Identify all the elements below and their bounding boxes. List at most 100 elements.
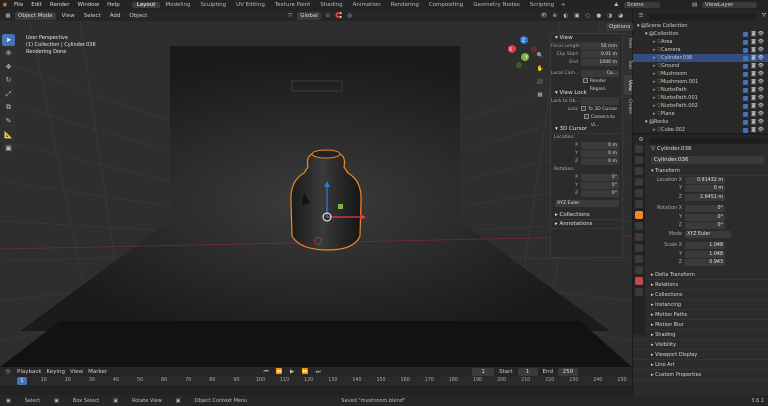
start-frame-field[interactable]: 1 xyxy=(517,368,538,376)
render-camera-icon[interactable]: ◙ xyxy=(751,86,756,94)
visibility-eye-icon[interactable]: 👁 xyxy=(758,126,764,134)
output-tab-icon[interactable] xyxy=(635,167,643,175)
render-camera-icon[interactable]: ◙ xyxy=(751,30,756,38)
annotate-tool-icon[interactable]: ✎ xyxy=(2,115,15,127)
scale-z-field[interactable]: 0.943 xyxy=(685,259,725,267)
outliner-editor-icon[interactable]: ☰ xyxy=(637,12,645,20)
exclude-checkbox[interactable] xyxy=(743,95,748,101)
render-camera-icon[interactable]: ◙ xyxy=(751,118,756,126)
modifier-tab-icon[interactable] xyxy=(635,222,643,230)
menu-window[interactable]: Window xyxy=(73,2,103,8)
menu-render[interactable]: Render xyxy=(46,2,74,8)
tab-rendering[interactable]: Rendering xyxy=(386,2,424,8)
scene-selector[interactable]: Scene xyxy=(624,2,660,8)
visibility-eye-icon[interactable]: 👁 xyxy=(758,94,764,102)
render-camera-icon[interactable]: ◙ xyxy=(751,102,756,110)
viewport-menu-object[interactable]: Object xyxy=(126,13,150,19)
properties-panel-header[interactable]: ▸ Line Art xyxy=(633,360,768,370)
render-camera-icon[interactable]: ◙ xyxy=(751,70,756,78)
physics-tab-icon[interactable] xyxy=(635,244,643,252)
exclude-checkbox[interactable] xyxy=(743,119,748,125)
exclude-checkbox[interactable] xyxy=(743,111,748,117)
gizmo-icon[interactable]: ⊕ xyxy=(551,12,559,20)
zoom-icon[interactable]: 🔍 xyxy=(536,52,544,60)
visibility-eye-icon[interactable]: 👁 xyxy=(758,38,764,46)
cursor-rotation-mode-dropdown[interactable]: XYZ Euler xyxy=(555,200,619,207)
timeline-menu-marker[interactable]: Marker xyxy=(88,369,107,375)
tab-texture-paint[interactable]: Texture Paint xyxy=(270,2,316,8)
rotation-mode-dropdown[interactable]: XYZ Euler xyxy=(685,230,731,238)
properties-panel-header[interactable]: ▸ Delta Transform xyxy=(633,270,768,280)
outliner-row[interactable]: ▾ ▤ Scene Collection xyxy=(633,22,768,30)
current-frame-field[interactable]: 1 xyxy=(472,368,495,376)
rotation-x-field[interactable]: 0° xyxy=(685,205,725,213)
rotate-tool-icon[interactable]: ↻ xyxy=(2,74,15,87)
properties-search-input[interactable] xyxy=(649,136,768,144)
timeline-menu-playback[interactable]: Playback xyxy=(17,369,42,375)
scale-x-field[interactable]: 1.048 xyxy=(685,242,725,250)
play-icon[interactable]: ▶ xyxy=(288,368,296,376)
outliner-row[interactable]: ▸ ▽ NurbsPath.002 ◙ 👁 xyxy=(633,102,768,110)
outliner-row[interactable]: ▸ ▽ NurbsPath ◙ 👁 xyxy=(633,86,768,94)
properties-panel-header[interactable]: ▸ Custom Properties xyxy=(633,370,768,380)
filter-icon[interactable]: ⛛ xyxy=(760,12,768,20)
data-tab-icon[interactable] xyxy=(635,266,643,274)
cursor-section-header[interactable]: ▾ 3D Cursor xyxy=(551,125,622,134)
render-camera-icon[interactable]: ◙ xyxy=(751,38,756,46)
tab-uv-editing[interactable]: UV Editing xyxy=(231,2,270,8)
plus-icon[interactable]: + xyxy=(559,1,567,9)
visibility-eye-icon[interactable]: 👁 xyxy=(758,110,764,118)
properties-editor-icon[interactable]: ⚙ xyxy=(637,136,645,144)
viewport-menu-select[interactable]: Select xyxy=(81,13,104,19)
playhead[interactable]: 1 xyxy=(17,377,27,385)
rendered-shading-icon[interactable]: ◕ xyxy=(617,12,625,20)
render-camera-icon[interactable]: ◙ xyxy=(751,78,756,86)
view-section-header[interactable]: ▾ View xyxy=(551,34,622,43)
timeline-editor-icon[interactable]: ◷ xyxy=(4,368,12,376)
prev-key-icon[interactable]: ⏪ xyxy=(275,368,283,376)
annotations-section-header[interactable]: ▸ Annotations xyxy=(551,220,622,229)
cursor-z-field[interactable]: 0 m xyxy=(581,158,619,165)
tab-tool[interactable]: Tool xyxy=(624,54,632,74)
render-camera-icon[interactable]: ◙ xyxy=(751,54,756,62)
lock-3d-cursor-checkbox[interactable] xyxy=(581,106,586,111)
properties-panel-header[interactable]: ▸ Visibility xyxy=(633,340,768,350)
tab-view[interactable]: View xyxy=(624,75,632,95)
constraints-tab-icon[interactable] xyxy=(635,255,643,263)
xray-icon[interactable]: ▣ xyxy=(573,12,581,20)
transform-panel-header[interactable]: ▾ Transform xyxy=(633,166,768,176)
wireframe-shading-icon[interactable]: ○ xyxy=(584,12,592,20)
pan-icon[interactable]: ✋ xyxy=(536,65,544,73)
location-x-field[interactable]: 0.91432 m xyxy=(685,176,725,184)
outliner-row[interactable]: ▸ ▽ Camera ◙ 👁 xyxy=(633,46,768,54)
scale-y-field[interactable]: 1.048 xyxy=(685,250,725,258)
material-tab-icon[interactable] xyxy=(635,277,643,285)
render-region-checkbox[interactable] xyxy=(583,78,588,83)
snap-icon[interactable]: 🧲 xyxy=(335,12,343,20)
next-key-icon[interactable]: ⏩ xyxy=(301,368,309,376)
outliner-row[interactable]: ▸ ▽ Ground ◙ 👁 xyxy=(633,62,768,70)
outliner-row[interactable]: ▸ ▽ Mushroom.001 ◙ 👁 xyxy=(633,78,768,86)
cursor-rot-z-field[interactable]: 0° xyxy=(581,190,619,197)
focal-length-field[interactable]: 50 mm xyxy=(581,43,619,50)
scene-tab-icon[interactable] xyxy=(635,189,643,197)
lock-to-object-field[interactable] xyxy=(581,98,619,105)
grid-view-icon[interactable]: ▦ xyxy=(536,91,544,99)
exclude-checkbox[interactable] xyxy=(743,71,748,77)
clip-end-field[interactable]: 1000 m xyxy=(581,59,619,66)
exclude-checkbox[interactable] xyxy=(743,87,748,93)
exclude-checkbox[interactable] xyxy=(743,31,748,37)
menu-edit[interactable]: Edit xyxy=(27,2,46,8)
local-camera-field[interactable]: Ca... xyxy=(581,70,619,77)
menu-help[interactable]: Help xyxy=(103,2,124,8)
location-z-field[interactable]: 2.6451 m xyxy=(685,193,725,201)
properties-panel-header[interactable]: ▸ Relations xyxy=(633,280,768,290)
viewport-menu-view[interactable]: View xyxy=(59,13,78,19)
viewport-menu-add[interactable]: Add xyxy=(107,13,124,19)
outliner-search-input[interactable] xyxy=(649,12,756,20)
transform-tool-icon[interactable]: ⧉ xyxy=(2,101,15,114)
view-layer-tab-icon[interactable] xyxy=(635,178,643,186)
timeline-menu-view[interactable]: View xyxy=(70,369,83,375)
overlays-icon[interactable]: ◐ xyxy=(562,12,570,20)
scale-tool-icon[interactable]: ⤢ xyxy=(2,88,15,100)
